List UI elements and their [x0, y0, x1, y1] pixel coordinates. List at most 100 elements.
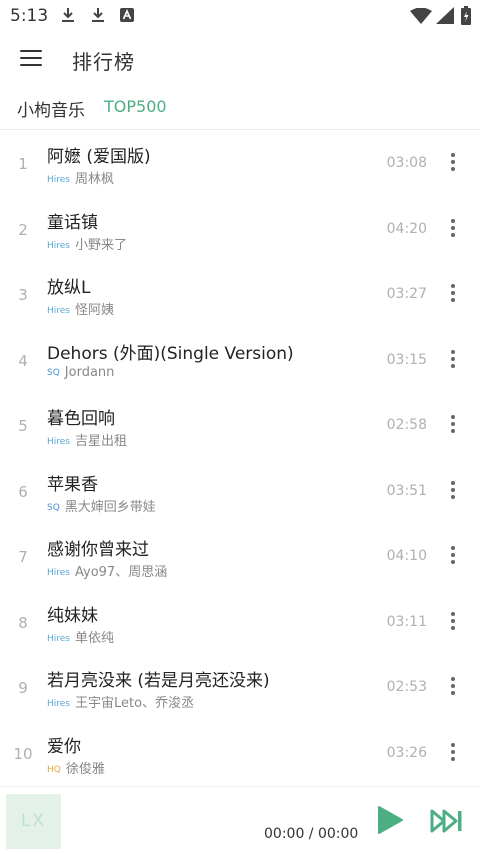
battery-icon — [461, 6, 471, 25]
app-bar: 排行榜 — [0, 34, 480, 84]
more-options-icon[interactable] — [450, 284, 456, 304]
quality-badge: Hires — [47, 568, 70, 578]
song-title: Dehors (外面)(Single Version) — [47, 343, 294, 364]
quality-badge: HQ — [47, 764, 61, 775]
song-meta: SQ Jordann — [47, 365, 114, 380]
song-rank: 9 — [18, 679, 28, 697]
song-title: 纯妹妹 — [47, 605, 98, 626]
more-options-icon[interactable] — [450, 742, 456, 763]
song-row[interactable]: 7 感谢你曾来过 Hires Ayo97、周思涵 04:10 — [0, 524, 480, 590]
song-artist: 小野来了 — [75, 237, 128, 253]
source-bar: 小枸音乐 TOP500 — [0, 86, 480, 128]
player-divider — [0, 786, 480, 787]
song-duration: 03:51 — [386, 482, 427, 499]
more-options-icon[interactable] — [450, 611, 456, 632]
song-rank: 2 — [18, 220, 28, 239]
more-options-icon[interactable] — [450, 480, 456, 501]
song-duration: 02:58 — [386, 417, 427, 433]
song-meta: Hires 小野来了 — [47, 234, 127, 253]
album-cover[interactable]: LX — [6, 794, 61, 849]
song-meta: Hires 怪阿姨 — [47, 299, 114, 318]
song-title: 暮色回响 — [47, 409, 115, 429]
song-rank: 10 — [13, 744, 33, 763]
song-row[interactable]: 3 放纵L Hires 怪阿姨 03:27 — [0, 262, 480, 328]
page-title: 排行榜 — [72, 50, 135, 74]
play-icon[interactable] — [375, 805, 405, 835]
song-duration: 03:15 — [386, 351, 427, 368]
song-duration: 04:20 — [386, 220, 427, 237]
song-title: 苹果香 — [47, 474, 98, 495]
source-selector[interactable]: 小枸音乐 — [17, 96, 85, 121]
song-rank: 7 — [18, 548, 28, 566]
song-rank: 8 — [18, 613, 28, 632]
more-options-icon[interactable] — [450, 677, 456, 697]
song-title: 放纵L — [47, 278, 91, 298]
song-row[interactable]: 9 若月亮没来 (若是月亮还没来) Hires 王宇宙Leto、乔浚丞 02:53 — [0, 655, 480, 721]
song-row[interactable]: 6 苹果香 SQ 黑大婶回乡带娃 03:51 — [0, 459, 480, 525]
song-artist: 怪阿姨 — [75, 303, 115, 318]
quality-badge: Hires — [47, 633, 70, 644]
app-notification-icon — [120, 8, 134, 22]
quality-badge: Hires — [47, 699, 70, 709]
song-artist: Ayo97、周思涵 — [75, 565, 168, 580]
download-icon — [62, 8, 74, 22]
download-icon — [92, 8, 104, 22]
song-duration: 03:08 — [386, 155, 427, 171]
quality-badge: Hires — [47, 437, 70, 447]
song-title: 爱你 — [47, 736, 81, 757]
status-bar: 5:13 — [0, 0, 480, 34]
song-artist: 王宇宙Leto、乔浚丞 — [75, 696, 195, 711]
song-title: 感谢你曾来过 — [47, 540, 149, 560]
song-list: 1 阿嬷 (爱国版) Hires 周林枫 03:08 2 童话镇 Hires 小野来… — [0, 131, 480, 786]
song-artist: 单依纯 — [75, 630, 115, 646]
song-row[interactable]: 8 纯妹妹 Hires 单依纯 03:11 — [0, 590, 480, 656]
song-meta: Hires 单依纯 — [47, 627, 114, 646]
song-duration: 03:27 — [386, 286, 427, 302]
song-row[interactable]: 5 暮色回响 Hires 吉星出租 02:58 — [0, 393, 480, 459]
song-meta: HQ 徐俊雅 — [47, 758, 105, 777]
song-title: 童话镇 — [47, 212, 98, 233]
quality-badge: Hires — [47, 306, 70, 316]
song-row[interactable]: 10 爱你 HQ 徐俊雅 03:26 — [0, 721, 480, 787]
song-rank: 4 — [18, 351, 28, 370]
song-duration: 03:26 — [386, 744, 427, 761]
more-options-icon[interactable] — [450, 415, 456, 435]
song-rank: 5 — [18, 417, 28, 435]
song-meta: Hires 吉星出租 — [47, 430, 127, 449]
next-track-icon[interactable] — [430, 808, 464, 834]
song-title: 阿嬷 (爱国版) — [47, 147, 151, 167]
song-meta: Hires 王宇宙Leto、乔浚丞 — [47, 692, 194, 711]
quality-badge: SQ — [47, 367, 60, 378]
player-bar: LX 00:00 / 00:00 — [0, 786, 480, 854]
status-time: 5:13 — [10, 6, 49, 26]
more-options-icon[interactable] — [450, 153, 456, 173]
wifi-icon — [410, 8, 432, 24]
quality-badge: Hires — [47, 240, 70, 251]
song-artist: 黑大婶回乡带娃 — [64, 499, 156, 515]
more-options-icon[interactable] — [450, 349, 456, 370]
divider — [0, 129, 480, 130]
song-title: 若月亮没来 (若是月亮还没来) — [47, 671, 270, 691]
song-row[interactable]: 4 Dehors (外面)(Single Version) SQ Jordann … — [0, 328, 480, 394]
more-options-icon[interactable] — [450, 546, 456, 566]
song-row[interactable]: 1 阿嬷 (爱国版) Hires 周林枫 03:08 — [0, 131, 480, 197]
tab-top500[interactable]: TOP500 — [104, 97, 167, 116]
song-duration: 02:53 — [386, 679, 427, 695]
quality-badge: Hires — [47, 175, 70, 185]
song-rank: 1 — [18, 155, 28, 173]
song-rank: 3 — [18, 286, 28, 304]
song-artist: Jordann — [64, 364, 115, 380]
song-duration: 04:10 — [386, 548, 427, 564]
quality-badge: SQ — [47, 502, 60, 513]
song-rank: 6 — [18, 482, 28, 501]
song-meta: SQ 黑大婶回乡带娃 — [47, 496, 156, 515]
signal-icon — [436, 7, 454, 24]
playback-time: 00:00 / 00:00 — [264, 826, 359, 842]
song-artist: 周林枫 — [75, 172, 115, 187]
song-duration: 03:11 — [386, 613, 427, 630]
song-meta: Hires Ayo97、周思涵 — [47, 561, 167, 580]
song-artist: 吉星出租 — [75, 434, 128, 449]
song-row[interactable]: 2 童话镇 Hires 小野来了 04:20 — [0, 197, 480, 263]
menu-icon[interactable] — [18, 47, 44, 69]
more-options-icon[interactable] — [450, 218, 456, 239]
